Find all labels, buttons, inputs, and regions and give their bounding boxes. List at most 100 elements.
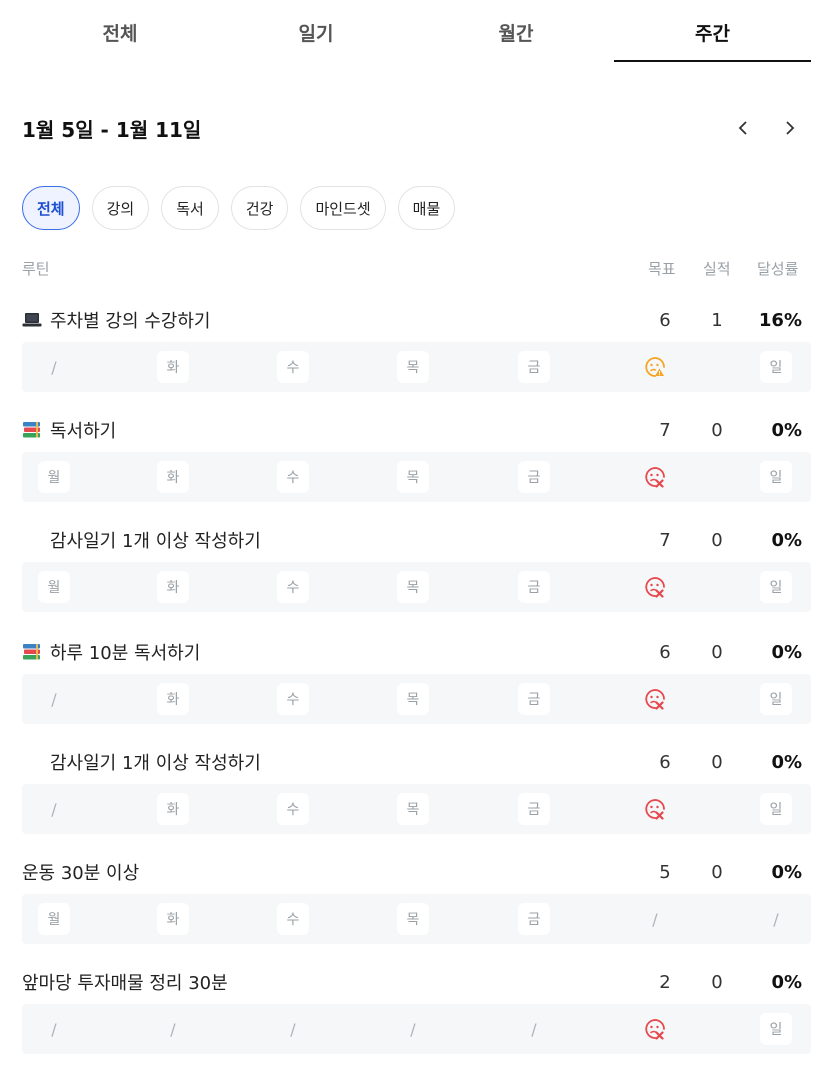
routine-name-label: 독서하기 xyxy=(50,421,117,442)
routine-actual: 0 xyxy=(711,419,723,441)
day-cell[interactable]: 목 xyxy=(397,683,429,715)
day-cell-skipped[interactable]: / xyxy=(38,1013,70,1045)
routine-rate: 0% xyxy=(771,751,802,773)
prev-week-button[interactable] xyxy=(731,114,755,142)
day-cell-skipped[interactable]: / xyxy=(277,1013,309,1045)
day-cell[interactable]: 화 xyxy=(157,683,189,715)
filter-chip-reading[interactable]: 독서 xyxy=(161,186,219,230)
day-cell-status[interactable] xyxy=(639,1013,671,1045)
day-cell[interactable]: 수 xyxy=(277,683,309,715)
day-cell[interactable]: 일 xyxy=(760,351,792,383)
tab-weekly[interactable]: 주간 xyxy=(614,0,811,64)
day-cell-status[interactable] xyxy=(639,683,671,715)
day-cell[interactable]: 월 xyxy=(38,903,70,935)
next-week-button[interactable] xyxy=(778,114,802,142)
tab-all[interactable]: 전체 xyxy=(22,0,218,64)
weekday-strip: / / / / / 일 xyxy=(22,1004,811,1054)
day-cell[interactable]: 일 xyxy=(760,683,792,715)
day-cell[interactable]: 월 xyxy=(38,461,70,493)
day-cell[interactable]: 금 xyxy=(518,571,550,603)
routine-actual: 0 xyxy=(711,861,723,883)
day-cell-skipped[interactable]: / xyxy=(397,1013,429,1045)
day-cell[interactable]: 금 xyxy=(518,793,550,825)
day-cell[interactable]: 화 xyxy=(157,571,189,603)
day-cell-skipped[interactable]: / xyxy=(38,351,70,383)
day-cell-skipped[interactable]: / xyxy=(760,903,792,935)
chevron-left-icon xyxy=(738,121,747,135)
day-cell[interactable]: 금 xyxy=(518,461,550,493)
day-cell[interactable]: 일 xyxy=(760,1013,792,1045)
category-filter-chips: 전체 강의 독서 건강 마인드셋 매물 xyxy=(22,186,456,230)
routine-actual: 0 xyxy=(711,529,723,551)
routine-rate: 0% xyxy=(771,419,802,441)
column-header-routine: 루틴 xyxy=(22,260,50,278)
day-cell-status[interactable] xyxy=(639,793,671,825)
routine-rate: 0% xyxy=(771,641,802,663)
routine-rate: 16% xyxy=(758,309,802,331)
day-cell[interactable]: 수 xyxy=(277,351,309,383)
routine-goal: 5 xyxy=(659,861,671,883)
filter-chip-listing[interactable]: 매물 xyxy=(397,186,456,230)
routine-name: 하루 10분 독서하기 xyxy=(22,632,200,672)
day-cell[interactable]: 화 xyxy=(157,351,189,383)
routine-goal: 7 xyxy=(659,419,671,441)
day-cell[interactable]: 수 xyxy=(277,461,309,493)
routine-name: 감사일기 1개 이상 작성하기 xyxy=(50,742,261,782)
routine-goal: 2 xyxy=(659,971,671,993)
day-cell-status[interactable] xyxy=(639,351,671,383)
face-fail-icon xyxy=(644,798,666,820)
routine-goal: 7 xyxy=(659,529,671,551)
day-cell[interactable]: 목 xyxy=(397,351,429,383)
day-cell[interactable]: 목 xyxy=(397,571,429,603)
routine-name-label: 감사일기 1개 이상 작성하기 xyxy=(50,531,261,552)
face-warning-icon xyxy=(644,356,666,378)
day-cell-skipped[interactable]: / xyxy=(639,903,671,935)
routine-rate: 0% xyxy=(771,529,802,551)
day-cell[interactable]: 금 xyxy=(518,351,550,383)
day-cell-status[interactable] xyxy=(639,571,671,603)
tab-monthly[interactable]: 월간 xyxy=(418,0,614,64)
column-header-goal: 목표 xyxy=(648,260,676,278)
day-cell[interactable]: 일 xyxy=(760,793,792,825)
chevron-right-icon xyxy=(786,121,795,135)
day-cell[interactable]: 금 xyxy=(518,683,550,715)
day-cell[interactable]: 일 xyxy=(760,461,792,493)
day-cell[interactable]: 수 xyxy=(277,571,309,603)
day-cell[interactable]: 목 xyxy=(397,903,429,935)
face-fail-icon xyxy=(644,576,666,598)
laptop-icon xyxy=(22,310,42,330)
routine-rate: 0% xyxy=(771,861,802,883)
day-cell[interactable]: 화 xyxy=(157,903,189,935)
filter-chip-mindset[interactable]: 마인드셋 xyxy=(300,186,386,230)
day-cell-status[interactable] xyxy=(639,461,671,493)
day-cell-skipped[interactable]: / xyxy=(157,1013,189,1045)
view-tabs: 전체 일기 월간 주간 xyxy=(0,0,827,64)
tab-diary[interactable]: 일기 xyxy=(218,0,414,64)
filter-chip-health[interactable]: 건강 xyxy=(230,186,289,230)
day-cell[interactable]: 수 xyxy=(277,793,309,825)
day-cell[interactable]: 목 xyxy=(397,461,429,493)
day-cell[interactable]: 목 xyxy=(397,793,429,825)
routine-actual: 0 xyxy=(711,751,723,773)
day-cell-skipped[interactable]: / xyxy=(38,683,70,715)
weekday-strip: / 화 수 목 금 일 xyxy=(22,784,811,834)
column-header-rate: 달성률 xyxy=(757,260,799,278)
day-cell[interactable]: 수 xyxy=(277,903,309,935)
routine-actual: 0 xyxy=(711,641,723,663)
day-cell[interactable]: 화 xyxy=(157,461,189,493)
filter-chip-lecture[interactable]: 강의 xyxy=(91,186,150,230)
day-cell[interactable]: 일 xyxy=(760,571,792,603)
day-cell[interactable]: 금 xyxy=(518,903,550,935)
weekday-strip: / 화 수 목 금 일 xyxy=(22,674,811,724)
routine-name-label: 운동 30분 이상 xyxy=(22,863,140,884)
routine-actual: 0 xyxy=(711,971,723,993)
day-cell[interactable]: 월 xyxy=(38,571,70,603)
face-fail-icon xyxy=(644,1018,666,1040)
filter-chip-all[interactable]: 전체 xyxy=(22,186,80,230)
day-cell-skipped[interactable]: / xyxy=(38,793,70,825)
day-cell[interactable]: 화 xyxy=(157,793,189,825)
routine-rate: 0% xyxy=(771,971,802,993)
day-cell-skipped[interactable]: / xyxy=(518,1013,550,1045)
routine-name: 감사일기 1개 이상 작성하기 xyxy=(50,520,261,560)
routine-name: 운동 30분 이상 xyxy=(22,852,139,892)
